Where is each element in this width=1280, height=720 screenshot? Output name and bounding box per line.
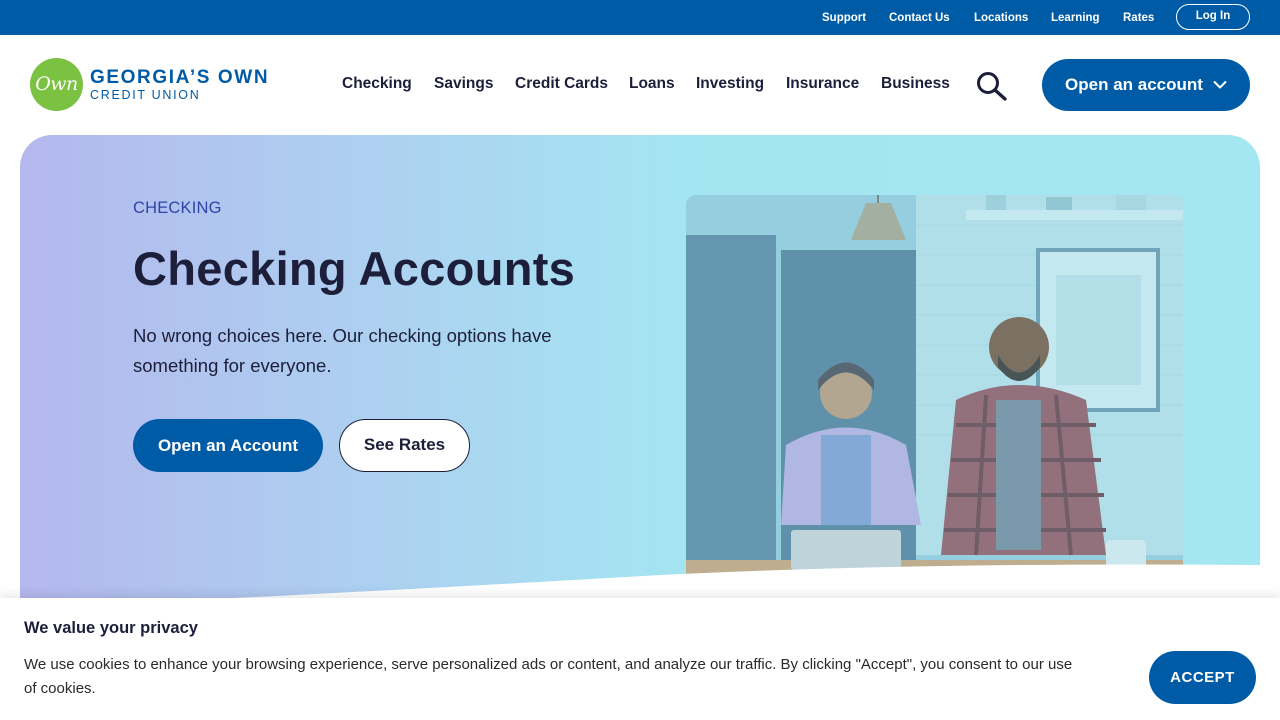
hero-section: CHECKING Checking Accounts No wrong choi… xyxy=(20,135,1260,605)
accept-cookies-button[interactable]: ACCEPT xyxy=(1149,651,1256,704)
hero-eyebrow: CHECKING xyxy=(133,199,222,217)
utility-bar: Support Contact Us Locations Learning Ra… xyxy=(0,0,1280,35)
nav-item-savings[interactable]: Savings xyxy=(434,75,493,93)
logo-name-line2: CREDIT UNION xyxy=(90,88,201,102)
brand-logo[interactable]: Own GEORGIA’S OWN CREDIT UNION xyxy=(30,58,275,112)
login-button[interactable]: Log In xyxy=(1176,4,1250,30)
open-account-label: Open an account xyxy=(1065,75,1203,94)
cookie-consent-banner: We value your privacy We use cookies to … xyxy=(0,598,1280,720)
utility-link-rates[interactable]: Rates xyxy=(1123,12,1154,24)
hero-subtitle: No wrong choices here. Our checking opti… xyxy=(133,325,552,376)
utility-link-learning[interactable]: Learning xyxy=(1051,12,1100,24)
see-rates-button[interactable]: See Rates xyxy=(339,419,470,472)
open-an-account-button[interactable]: Open an Account xyxy=(133,419,323,472)
utility-link-contact-us[interactable]: Contact Us xyxy=(889,12,950,24)
nav-item-credit-cards[interactable]: Credit Cards xyxy=(515,75,608,93)
open-account-dropdown-button[interactable]: Open an account xyxy=(1042,59,1250,111)
nav-item-investing[interactable]: Investing xyxy=(696,75,764,93)
logo-name-line1: GEORGIA’S OWN xyxy=(90,67,270,88)
nav-item-loans[interactable]: Loans xyxy=(629,75,675,93)
logo-mark: Own xyxy=(30,58,83,111)
cookie-banner-text: We use cookies to enhance your browsing … xyxy=(24,656,1073,697)
utility-link-support[interactable]: Support xyxy=(822,12,866,24)
search-icon[interactable] xyxy=(975,71,1009,101)
main-header: Own GEORGIA’S OWN CREDIT UNION Checking … xyxy=(0,35,1280,135)
cookie-banner-title: We value your privacy xyxy=(24,619,198,637)
nav-item-business[interactable]: Business xyxy=(881,75,950,93)
nav-item-insurance[interactable]: Insurance xyxy=(786,75,859,93)
chevron-down-icon xyxy=(1213,81,1227,89)
nav-item-checking[interactable]: Checking xyxy=(342,75,412,93)
page-title: Checking Accounts xyxy=(133,242,576,295)
utility-link-locations[interactable]: Locations xyxy=(974,12,1028,24)
hero-bottom-wave xyxy=(87,564,1260,605)
